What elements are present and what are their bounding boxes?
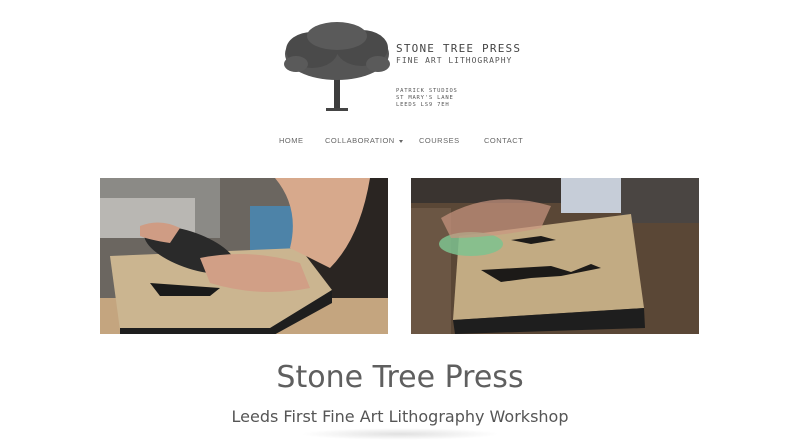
address-line: ST MARY'S LANE: [396, 95, 454, 101]
page-subtitle: Leeds First Fine Art Lithography Worksho…: [231, 407, 569, 426]
brand-address: PATRICK STUDIOS ST MARY'S LANE LEEDS LS9…: [396, 88, 458, 109]
hero-photo-right: [411, 178, 699, 334]
brand-name: STONE TREE PRESS: [396, 42, 522, 55]
nav-courses[interactable]: COURSES: [419, 136, 460, 145]
chevron-down-icon: [398, 139, 403, 143]
tree-icon: [284, 22, 390, 111]
main-nav: HOME COLLABORATION COURSES CONTACT: [0, 136, 800, 150]
nav-contact[interactable]: CONTACT: [484, 136, 523, 145]
nav-home[interactable]: HOME: [279, 136, 304, 145]
page-title: Stone Tree Press: [276, 360, 524, 395]
brand-tagline: FINE ART LITHOGRAPHY: [396, 56, 513, 65]
address-line: PATRICK STUDIOS: [396, 88, 458, 94]
hero-photo-left: [100, 178, 388, 334]
divider-shadow: [300, 428, 500, 440]
site-logo[interactable]: STONE TREE PRESS FINE ART LITHOGRAPHY PA…: [282, 22, 522, 114]
nav-collaboration[interactable]: COLLABORATION: [325, 136, 403, 145]
nav-collaboration-label: COLLABORATION: [325, 136, 395, 145]
address-line: LEEDS LS9 7EH: [396, 102, 450, 108]
